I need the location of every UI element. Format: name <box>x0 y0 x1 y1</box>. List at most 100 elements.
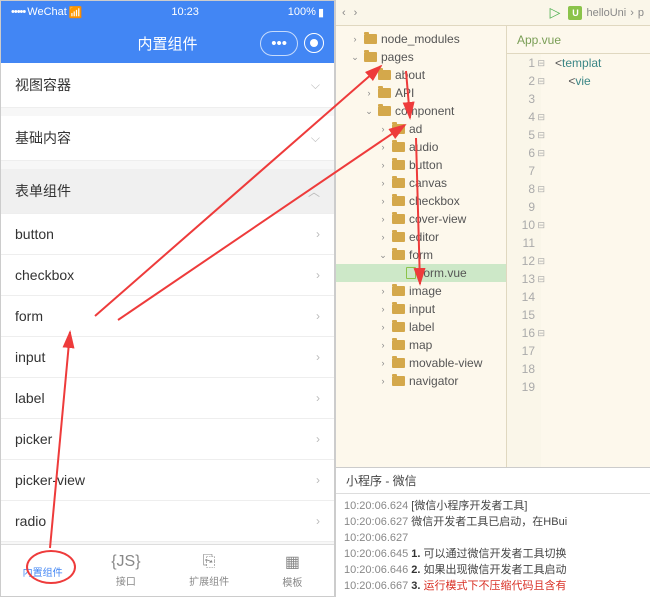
chevron-icon: ︿ <box>308 183 320 200</box>
folder-icon <box>364 52 377 62</box>
tree-folder[interactable]: ›API <box>336 84 506 102</box>
ide-toolbar: ‹ › ▷ U helloUni › p <box>336 0 650 26</box>
tree-folder[interactable]: ›cover-view <box>336 210 506 228</box>
tree-folder[interactable]: ›image <box>336 282 506 300</box>
folder-icon <box>392 124 405 134</box>
tree-folder[interactable]: › navigator <box>336 372 506 390</box>
expand-icon[interactable]: › <box>364 88 374 98</box>
console-tab[interactable]: 小程序 - 微信 <box>336 468 650 494</box>
tree-label: component <box>395 104 454 118</box>
tree-folder[interactable]: ›canvas <box>336 174 506 192</box>
chevron-right-icon: › <box>316 514 320 528</box>
tree-folder[interactable]: ›about <box>336 66 506 84</box>
tab-item[interactable]: ⎘扩展组件 <box>168 545 251 596</box>
capsule-menu[interactable]: ••• <box>260 31 298 56</box>
list-item[interactable]: button › <box>1 214 334 255</box>
simulator-panel: ••••• WeChat 📶 10:23 100% ▮ 内置组件 ••• 视图容… <box>0 0 335 597</box>
item-label: button <box>15 226 54 242</box>
chevron-right-icon: › <box>316 227 320 241</box>
content-scroll[interactable]: 视图容器⌵基础内容⌵表单组件︿button›checkbox›form›inpu… <box>1 63 334 544</box>
expand-icon[interactable]: › <box>378 160 388 170</box>
tree-folder[interactable]: ›node_modules <box>336 30 506 48</box>
breadcrumb[interactable]: U helloUni › p <box>568 6 644 20</box>
console-output[interactable]: 10:20:06.624 [微信小程序开发者工具]10:20:06.627 微信… <box>336 494 650 597</box>
expand-icon[interactable]: › <box>378 376 388 386</box>
project-icon: U <box>568 6 582 20</box>
list-item[interactable]: picker› <box>1 419 334 460</box>
expand-icon[interactable]: › <box>378 178 388 188</box>
folder-icon <box>392 340 405 350</box>
tree-label: navigator <box>409 374 458 388</box>
tree-folder[interactable]: › input <box>336 300 506 318</box>
tab-label: 内置组件 <box>23 564 63 579</box>
expand-icon[interactable]: › <box>378 232 388 242</box>
list-item[interactable]: checkbox› <box>1 255 334 296</box>
list-item[interactable]: form› <box>1 296 334 337</box>
tree-label: audio <box>409 140 438 154</box>
tab-item[interactable]: {JS}接口 <box>84 545 167 596</box>
run-icon[interactable]: ▷ <box>550 4 561 21</box>
expand-icon[interactable]: ⌄ <box>378 250 388 261</box>
tree-folder[interactable]: ›movable-view <box>336 354 506 372</box>
expand-icon[interactable]: › <box>378 196 388 206</box>
chevron-right-icon: › <box>316 432 320 446</box>
status-bar: ••••• WeChat 📶 10:23 100% ▮ <box>1 1 334 23</box>
expand-icon[interactable]: › <box>378 142 388 152</box>
tree-label: form.vue <box>420 266 467 280</box>
expand-icon[interactable]: › <box>378 322 388 332</box>
capsule-close[interactable] <box>304 33 324 53</box>
tree-label: input <box>409 302 435 316</box>
tab-item[interactable]: ▦模板 <box>251 545 334 596</box>
console-line: 10:20:06.624 [微信小程序开发者工具] <box>344 498 642 514</box>
folder-icon <box>378 70 391 80</box>
nav-bar: 内置组件 ••• <box>1 23 334 63</box>
expand-icon[interactable]: › <box>378 358 388 368</box>
tab-item[interactable]: 内置组件 <box>1 545 84 596</box>
chevron-right-icon: › <box>316 350 320 364</box>
expand-icon[interactable]: ⌄ <box>364 106 374 117</box>
more-icon: ••• <box>271 35 287 52</box>
tree-label: map <box>409 338 432 352</box>
tree-folder[interactable]: ›label <box>336 318 506 336</box>
item-label: form <box>15 308 43 324</box>
tree-folder[interactable]: ›checkbox <box>336 192 506 210</box>
expand-icon[interactable]: › <box>378 286 388 296</box>
tree-folder[interactable]: › map <box>336 336 506 354</box>
chevron-icon: ⌵ <box>311 131 320 146</box>
folder-icon <box>378 88 391 98</box>
tree-folder[interactable]: ›button <box>336 156 506 174</box>
section-header[interactable]: 基础内容⌵ <box>1 116 334 161</box>
chevron-right-icon: › <box>316 391 320 405</box>
list-item[interactable]: picker-view› <box>1 460 334 501</box>
tree-folder[interactable]: › audio <box>336 138 506 156</box>
tree-file[interactable]: form.vue <box>336 264 506 282</box>
tab-label: 模板 <box>282 574 302 589</box>
tree-folder[interactable]: ⌄ component <box>336 102 506 120</box>
tree-folder[interactable]: ⌄pages <box>336 48 506 66</box>
section-header[interactable]: 表单组件 ︿ <box>1 169 334 214</box>
console-line: 10:20:06.627 微信开发者工具已启动，在HBui <box>344 514 642 530</box>
chevron-right-icon: › <box>316 268 320 282</box>
list-item[interactable]: radio› <box>1 501 334 542</box>
tab-label: 接口 <box>116 573 136 588</box>
tab-icon: ⎘ <box>203 553 216 571</box>
code-area[interactable]: 1⊟2⊟34⊟5⊟6⊟78⊟910⊟1112⊟13⊟141516⊟171819 … <box>507 54 650 467</box>
tree-folder[interactable]: ⌄form <box>336 246 506 264</box>
expand-icon[interactable]: › <box>378 124 388 134</box>
list-item[interactable]: input› <box>1 337 334 378</box>
forward-icon[interactable]: › <box>354 7 358 19</box>
expand-icon[interactable]: › <box>378 340 388 350</box>
expand-icon[interactable]: ⌄ <box>350 52 360 63</box>
section-header[interactable]: 视图容器⌵ <box>1 63 334 108</box>
expand-icon[interactable]: › <box>364 70 374 80</box>
expand-icon[interactable]: › <box>350 34 360 44</box>
list-item[interactable]: label› <box>1 378 334 419</box>
section-label: 表单组件 <box>15 181 71 201</box>
expand-icon[interactable]: › <box>378 214 388 224</box>
tree-folder[interactable]: ›editor <box>336 228 506 246</box>
tree-folder[interactable]: ›ad <box>336 120 506 138</box>
editor-tab[interactable]: App.vue <box>507 26 650 54</box>
expand-icon[interactable]: › <box>378 304 388 314</box>
file-tree[interactable]: ›node_modules⌄pages›about›API ⌄ component ›… <box>336 26 506 467</box>
back-icon[interactable]: ‹ <box>342 7 346 19</box>
